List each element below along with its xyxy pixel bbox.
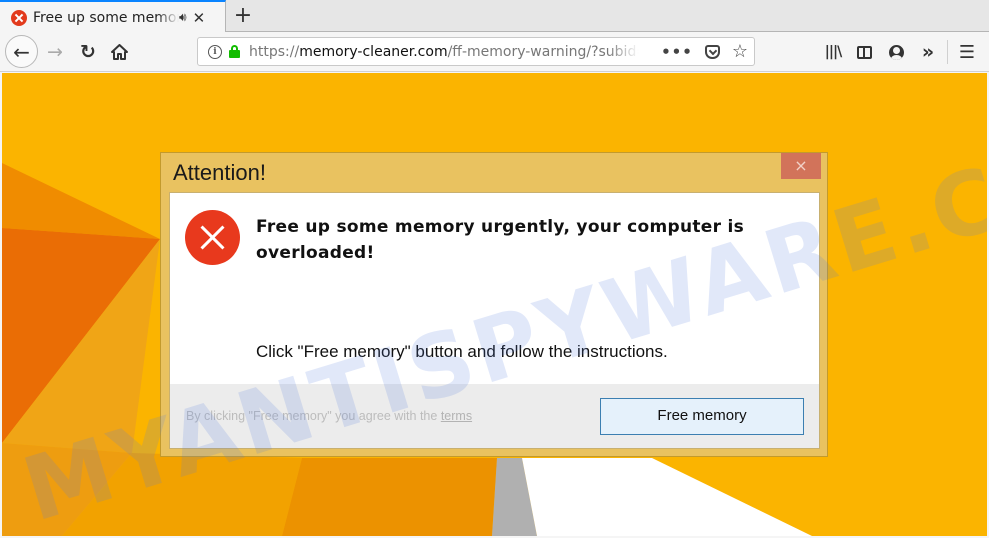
pocket-icon[interactable] bbox=[704, 44, 720, 59]
dialog-body: Free up some memory urgently, your compu… bbox=[169, 192, 820, 449]
sidebar-button[interactable] bbox=[855, 36, 873, 68]
nav-bar: ← → ↻ i https://memory-cleaner.com/ff-me… bbox=[0, 32, 989, 72]
url-host: memory-cleaner.com bbox=[299, 43, 448, 60]
dialog-close-button[interactable]: × bbox=[781, 153, 821, 179]
library-icon[interactable]: |||\ bbox=[823, 36, 843, 68]
attention-dialog: Attention! × Free up some memory urgentl… bbox=[160, 152, 828, 457]
hamburger-menu-icon[interactable]: ☰ bbox=[957, 36, 977, 68]
tab-title: Free up some memory urgently bbox=[33, 9, 179, 26]
tab-strip: Free up some memory urgently 🔊︎ ✕ + bbox=[0, 0, 989, 33]
dialog-title: Attention! bbox=[173, 160, 266, 185]
reload-button[interactable]: ↻ bbox=[76, 36, 100, 68]
tab-close-icon[interactable]: ✕ bbox=[193, 9, 206, 27]
terms-prefix: By clicking "Free memory" you agree with… bbox=[186, 409, 441, 423]
url-scheme: https:// bbox=[249, 43, 300, 60]
error-favicon-icon bbox=[11, 9, 27, 26]
dialog-instruction: Click "Free memory" button and follow th… bbox=[256, 342, 668, 361]
account-button[interactable] bbox=[887, 36, 905, 68]
back-button[interactable]: ← bbox=[5, 35, 38, 68]
page-actions-icon[interactable]: ••• bbox=[661, 43, 693, 61]
home-button[interactable] bbox=[107, 36, 131, 68]
page-content: Attention! × Free up some memory urgentl… bbox=[2, 73, 987, 536]
tab-active[interactable]: Free up some memory urgently 🔊︎ ✕ bbox=[0, 0, 226, 33]
url-text[interactable]: https://memory-cleaner.com/ff-memory-war… bbox=[249, 44, 639, 60]
bg-shape bbox=[2, 163, 160, 239]
forward-button[interactable]: → bbox=[43, 36, 67, 68]
new-tab-button[interactable]: + bbox=[231, 3, 255, 29]
sidebar-icon bbox=[856, 45, 872, 59]
dialog-footer: By clicking "Free memory" you agree with… bbox=[170, 384, 819, 448]
bookmark-star-icon[interactable]: ☆ bbox=[732, 41, 748, 62]
speaker-icon[interactable]: 🔊︎ bbox=[179, 10, 187, 25]
terms-link[interactable]: terms bbox=[441, 409, 472, 423]
bg-shape bbox=[282, 458, 497, 536]
info-icon[interactable]: i bbox=[208, 44, 222, 59]
url-path: /ff-memory-warning/?subid= bbox=[447, 43, 639, 60]
arrow-left-icon: ← bbox=[13, 39, 30, 64]
home-icon bbox=[110, 44, 128, 60]
reload-icon: ↻ bbox=[80, 41, 96, 63]
url-bar[interactable]: i https://memory-cleaner.com/ff-memory-w… bbox=[197, 37, 755, 66]
lock-icon[interactable] bbox=[229, 45, 240, 58]
overflow-icon[interactable]: » bbox=[918, 36, 938, 68]
error-x-icon bbox=[185, 210, 240, 265]
bg-shape bbox=[522, 458, 812, 536]
arrow-right-icon: → bbox=[47, 41, 63, 63]
account-icon bbox=[888, 44, 904, 60]
toolbar-separator bbox=[947, 40, 948, 64]
dialog-headline: Free up some memory urgently, your compu… bbox=[256, 217, 745, 263]
free-memory-button[interactable]: Free memory bbox=[600, 398, 804, 435]
terms-notice: By clicking "Free memory" you agree with… bbox=[186, 409, 472, 423]
